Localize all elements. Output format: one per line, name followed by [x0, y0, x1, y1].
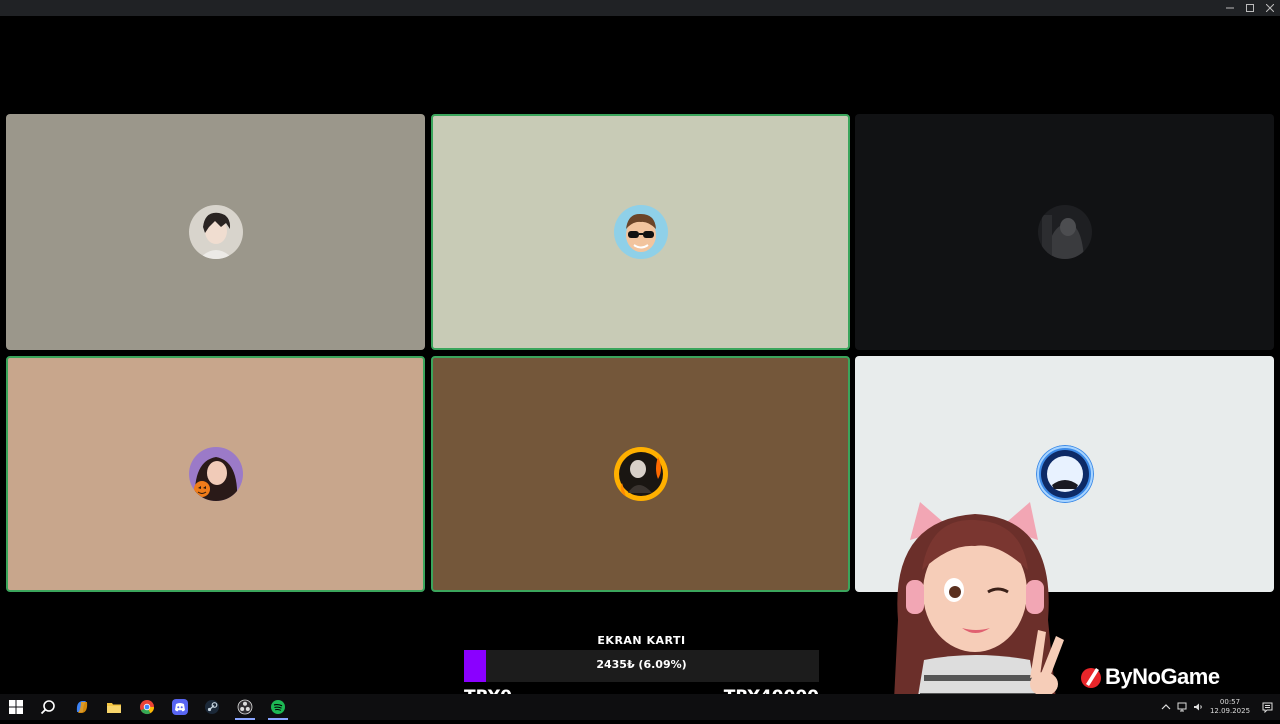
chrome-button[interactable] — [131, 694, 163, 720]
donation-amount-text: 2435₺ (6.09%) — [596, 658, 687, 671]
participant-tile-1[interactable] — [6, 114, 425, 350]
anime-man-avatar — [188, 205, 243, 259]
bynogame-logo: ByNoGame — [1080, 664, 1220, 690]
sunglasses-man-avatar — [613, 205, 668, 259]
network-icon — [1177, 702, 1187, 712]
volume-button[interactable] — [1190, 694, 1206, 720]
close-button[interactable] — [1260, 0, 1280, 16]
participant-tile-4[interactable] — [6, 356, 425, 592]
participant-tile-2[interactable] — [431, 114, 850, 350]
window-title-bar — [0, 0, 1280, 16]
spotify-icon — [271, 700, 285, 714]
minimize-icon — [1226, 7, 1234, 9]
bynogame-logo-text: ByNoGame — [1105, 664, 1220, 689]
spotify-button[interactable] — [262, 694, 294, 720]
fire-ring-avatar — [613, 447, 668, 501]
clock-time: 00:57 — [1219, 698, 1241, 706]
blue-orb-avatar — [1035, 445, 1094, 503]
copilot-icon — [76, 701, 88, 713]
participant-tile-5[interactable] — [431, 356, 850, 592]
network-button[interactable] — [1174, 694, 1190, 720]
tray-overflow-button[interactable] — [1158, 694, 1174, 720]
notification-icon — [1262, 702, 1272, 713]
search-button[interactable] — [32, 694, 64, 720]
windows-taskbar: 00:57 12.09.2025 — [0, 694, 1280, 720]
close-icon — [1266, 4, 1274, 12]
obs-button[interactable] — [229, 694, 261, 720]
maximize-icon — [1246, 4, 1254, 12]
file-explorer-icon — [107, 703, 121, 713]
clock-date: 12.09.2025 — [1209, 707, 1251, 715]
taskbar-clock[interactable]: 00:57 12.09.2025 — [1206, 698, 1254, 716]
steam-icon — [205, 700, 219, 714]
dark-figure-avatar — [1037, 205, 1092, 259]
discord-button[interactable] — [164, 694, 196, 720]
maximize-button[interactable] — [1240, 0, 1260, 16]
woman-pumpkin-avatar — [188, 447, 243, 501]
chevron-up-icon — [1161, 704, 1171, 710]
obs-icon — [237, 699, 253, 715]
donation-goal-title: EKRAN KARTI — [597, 634, 686, 647]
bynogame-logo-icon — [1081, 668, 1101, 688]
discord-icon — [172, 699, 188, 715]
notification-center-button[interactable] — [1254, 694, 1280, 720]
search-icon — [40, 700, 55, 715]
participant-tile-3[interactable] — [855, 114, 1274, 350]
file-explorer-button[interactable] — [98, 694, 130, 720]
copilot-button[interactable] — [66, 694, 98, 720]
chrome-icon — [140, 700, 155, 715]
system-tray: 00:57 12.09.2025 — [1158, 694, 1280, 720]
speaker-icon — [1194, 703, 1202, 711]
minimize-button[interactable] — [1220, 0, 1240, 16]
cat-ear-girl-mascot — [880, 500, 1070, 720]
start-button[interactable] — [0, 694, 32, 720]
donation-progress-track: 2435₺ (6.09%) — [464, 650, 819, 682]
steam-button[interactable] — [196, 694, 228, 720]
window-controls — [1220, 0, 1280, 16]
windows-start-icon — [9, 700, 23, 714]
